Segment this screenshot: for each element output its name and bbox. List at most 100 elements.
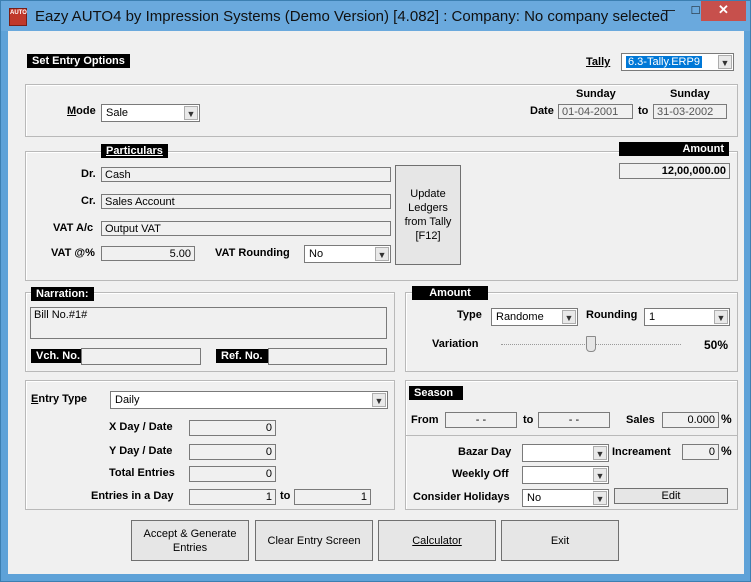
from-date-field[interactable]: 01-04-2001 <box>558 104 633 119</box>
vch-no-label: Vch. No. <box>31 349 86 363</box>
tally-label: Tally <box>586 56 611 68</box>
exit-button[interactable]: Exit <box>501 520 619 561</box>
chevron-down-icon[interactable]: ▼ <box>184 106 198 120</box>
mode-select[interactable]: Sale ▼ <box>101 104 200 122</box>
vat-rounding-select[interactable]: No ▼ <box>304 245 391 263</box>
entries-in-day-from-field[interactable]: 1 <box>189 489 276 505</box>
narration-field[interactable]: Bill No.#1# <box>30 307 387 339</box>
consider-holidays-label: Consider Holidays <box>413 491 510 503</box>
update-ledgers-button[interactable]: Update Ledgers from Tally [F12] <box>395 165 461 265</box>
ref-no-label: Ref. No. <box>216 349 268 363</box>
chevron-down-icon[interactable]: ▼ <box>593 491 607 505</box>
season-from-field[interactable]: - - <box>445 412 517 428</box>
y-day-label: Y Day / Date <box>109 445 173 457</box>
minimize-icon[interactable]: — <box>655 1 682 21</box>
x-day-field[interactable]: 0 <box>189 420 276 436</box>
variation-value: 50% <box>704 338 729 352</box>
vat-rounding-label: VAT Rounding <box>215 247 290 259</box>
narration-panel: Narration: Bill No.#1# Vch. No. Ref. No. <box>25 287 395 372</box>
edit-button[interactable]: Edit <box>614 488 728 504</box>
to-label: to <box>638 105 649 117</box>
sales-label: Sales <box>626 414 655 426</box>
chevron-down-icon[interactable]: ▼ <box>714 310 728 324</box>
season-header: Season <box>409 386 463 400</box>
chevron-down-icon[interactable]: ▼ <box>718 55 732 69</box>
sales-field[interactable]: 0.000 <box>662 412 719 428</box>
cr-ledger-field[interactable]: Sales Account <box>101 194 391 209</box>
variation-label: Variation <box>432 338 479 350</box>
update-ledgers-line-2: Ledgers <box>408 202 448 214</box>
particulars-header: Particulars <box>101 144 168 158</box>
chevron-down-icon[interactable]: ▼ <box>562 310 576 324</box>
entries-in-day-to-label: to <box>280 490 291 502</box>
entries-in-day-label: Entries in a Day <box>91 490 174 502</box>
season-to-field[interactable]: - - <box>538 412 610 428</box>
bazar-day-select[interactable]: ▼ <box>522 444 609 462</box>
main-client-area: Set Entry Options Tally 6.3-Tally.ERP9 ▼… <box>8 31 744 574</box>
accept-generate-line-1: Accept & Generate <box>143 527 237 540</box>
x-day-label: X Day / Date <box>109 421 173 433</box>
amount-options-header: Amount <box>412 286 488 300</box>
mode-selected-value: Sale <box>106 107 129 119</box>
entry-type-panel: Entry Type Daily ▼ X Day / Date 0 Y Day … <box>25 380 395 510</box>
increament-label: Increament <box>612 446 671 458</box>
entries-in-day-to-field[interactable]: 1 <box>294 489 371 505</box>
chevron-down-icon[interactable]: ▼ <box>593 446 607 460</box>
calculator-button[interactable]: Calculator <box>378 520 496 561</box>
chevron-down-icon[interactable]: ▼ <box>375 247 389 261</box>
date-label: Date <box>530 105 554 117</box>
close-icon[interactable]: ✕ <box>701 1 746 21</box>
accept-generate-line-2: Entries <box>172 541 208 554</box>
clear-entry-screen-button[interactable]: Clear Entry Screen <box>255 520 373 561</box>
entry-type-select[interactable]: Daily ▼ <box>110 391 388 409</box>
rounding-select[interactable]: 1 ▼ <box>644 308 730 326</box>
vat-percent-label: VAT @% <box>51 247 95 259</box>
update-ledgers-line-4: [F12] <box>415 230 441 242</box>
mode-date-panel: Mode Sale ▼ Sunday Sunday Date 01-04-200… <box>25 84 738 137</box>
dr-label: Dr. <box>81 168 96 180</box>
rounding-label: Rounding <box>586 309 638 321</box>
type-select[interactable]: Randome ▼ <box>491 308 578 326</box>
accept-generate-button[interactable]: Accept & Generate Entries <box>131 520 249 561</box>
vat-percent-field[interactable]: 5.00 <box>101 246 195 261</box>
to-day-label: Sunday <box>670 88 710 100</box>
season-from-label: From <box>411 414 439 426</box>
vat-rounding-selected-value: No <box>309 248 324 260</box>
window-title: Eazy AUTO4 by Impression Systems (Demo V… <box>35 8 669 25</box>
consider-holidays-selected-value: No <box>527 492 542 504</box>
to-date-field[interactable]: 31-03-2002 <box>653 104 727 119</box>
type-selected-value: Randome <box>496 311 544 323</box>
vat-ac-field[interactable]: Output VAT <box>101 221 391 236</box>
entry-type-label: Entry Type <box>31 393 88 405</box>
chevron-down-icon[interactable]: ▼ <box>593 468 607 482</box>
amount-field[interactable]: 12,00,000.00 <box>619 163 730 179</box>
cr-label: Cr. <box>81 195 96 207</box>
increament-percent-sign: % <box>721 444 732 458</box>
consider-holidays-select[interactable]: No ▼ <box>522 489 609 507</box>
update-ledgers-line-3: from Tally <box>404 216 452 228</box>
season-divider <box>406 435 737 436</box>
amount-options-panel: Amount Type Randome ▼ Rounding 1 ▼ Varia… <box>405 286 738 372</box>
title-bar[interactable]: AUTO Eazy AUTO4 by Impression Systems (D… <box>1 1 750 31</box>
bazar-day-label: Bazar Day <box>458 446 512 458</box>
increament-field[interactable]: 0 <box>682 444 719 460</box>
update-ledgers-line-1: Update <box>410 188 446 200</box>
tally-select[interactable]: 6.3-Tally.ERP9 ▼ <box>621 53 734 71</box>
dr-ledger-field[interactable]: Cash <box>101 167 391 182</box>
vat-ac-label: VAT A/c <box>53 222 94 234</box>
from-day-label: Sunday <box>576 88 616 100</box>
weekly-off-select[interactable]: ▼ <box>522 466 609 484</box>
app-logo-icon: AUTO <box>9 8 27 26</box>
rounding-selected-value: 1 <box>649 311 656 323</box>
chevron-down-icon[interactable]: ▼ <box>372 393 386 407</box>
ref-no-field[interactable] <box>268 348 387 365</box>
vch-no-field[interactable] <box>81 348 201 365</box>
weekly-off-label: Weekly Off <box>452 468 509 480</box>
tally-selected-value: 6.3-Tally.ERP9 <box>626 56 702 68</box>
season-to-label: to <box>523 414 534 426</box>
season-panel: Season From - - to - - Sales 0.000 % Baz… <box>405 380 738 510</box>
variation-slider-thumb[interactable] <box>586 336 596 352</box>
sales-percent-sign: % <box>721 412 732 426</box>
y-day-field[interactable]: 0 <box>189 444 276 460</box>
entry-type-selected-value: Daily <box>115 394 140 406</box>
